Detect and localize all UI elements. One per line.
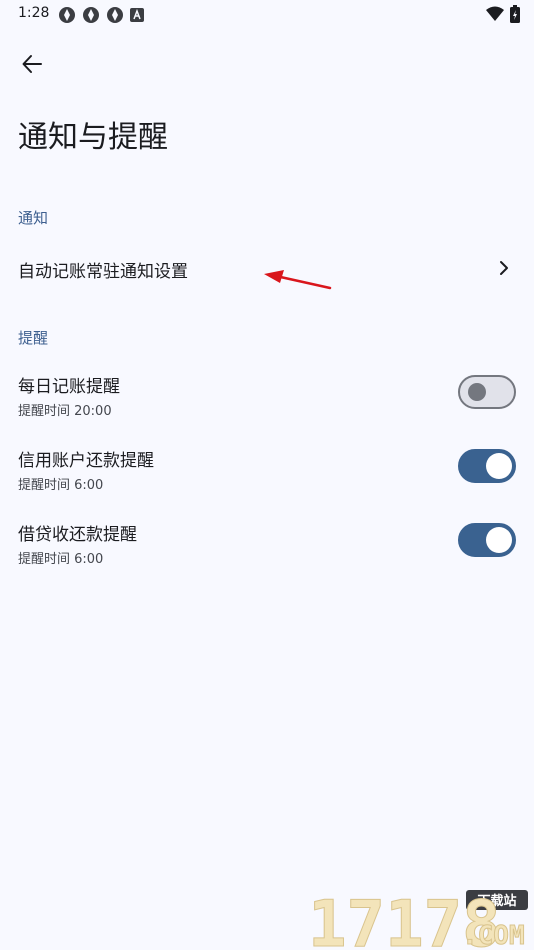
status-time: 1:28 xyxy=(18,5,50,21)
chevron-right-icon xyxy=(500,261,508,275)
notification-icons xyxy=(58,6,144,24)
row-subtitle: 提醒时间 20:00 xyxy=(18,404,112,419)
loan-reminder-switch[interactable] xyxy=(458,523,516,557)
row-subtitle: 提醒时间 6:00 xyxy=(18,478,104,493)
row-title: 每日记账提醒 xyxy=(18,377,120,397)
aperture-icon xyxy=(107,7,123,23)
switch-knob xyxy=(486,527,512,553)
status-right-icons xyxy=(486,5,520,23)
credit-reminder-switch[interactable] xyxy=(458,449,516,483)
battery-charging-icon xyxy=(510,5,520,23)
back-button[interactable] xyxy=(14,46,50,82)
section-header-notification: 通知 xyxy=(18,209,49,227)
annotation-arrow-icon xyxy=(264,270,332,290)
status-bar: 1:28 xyxy=(0,0,534,28)
aperture-icon xyxy=(83,7,99,23)
page-title: 通知与提醒 xyxy=(18,120,168,155)
credit-account-repayment-reminder-item[interactable]: 信用账户还款提醒 提醒时间 6:00 xyxy=(0,434,534,500)
watermark-logo: 下载站 17178 .COM xyxy=(308,888,528,950)
daily-bookkeeping-reminder-item[interactable]: 每日记账提醒 提醒时间 20:00 xyxy=(0,360,534,426)
row-title: 借贷收还款提醒 xyxy=(18,525,137,545)
daily-reminder-switch[interactable] xyxy=(458,375,516,409)
section-header-reminder: 提醒 xyxy=(18,329,49,347)
aperture-icon xyxy=(59,7,75,23)
row-title: 自动记账常驻通知设置 xyxy=(18,262,188,282)
row-title: 信用账户还款提醒 xyxy=(18,451,154,471)
row-subtitle: 提醒时间 6:00 xyxy=(18,552,104,567)
loan-repayment-reminder-item[interactable]: 借贷收还款提醒 提醒时间 6:00 xyxy=(0,508,534,574)
watermark-suffix: .COM xyxy=(462,921,525,950)
switch-knob xyxy=(468,383,486,401)
arrow-left-icon xyxy=(22,55,42,73)
a-box-icon xyxy=(130,8,144,22)
switch-knob xyxy=(486,453,512,479)
wifi-icon xyxy=(486,6,504,21)
